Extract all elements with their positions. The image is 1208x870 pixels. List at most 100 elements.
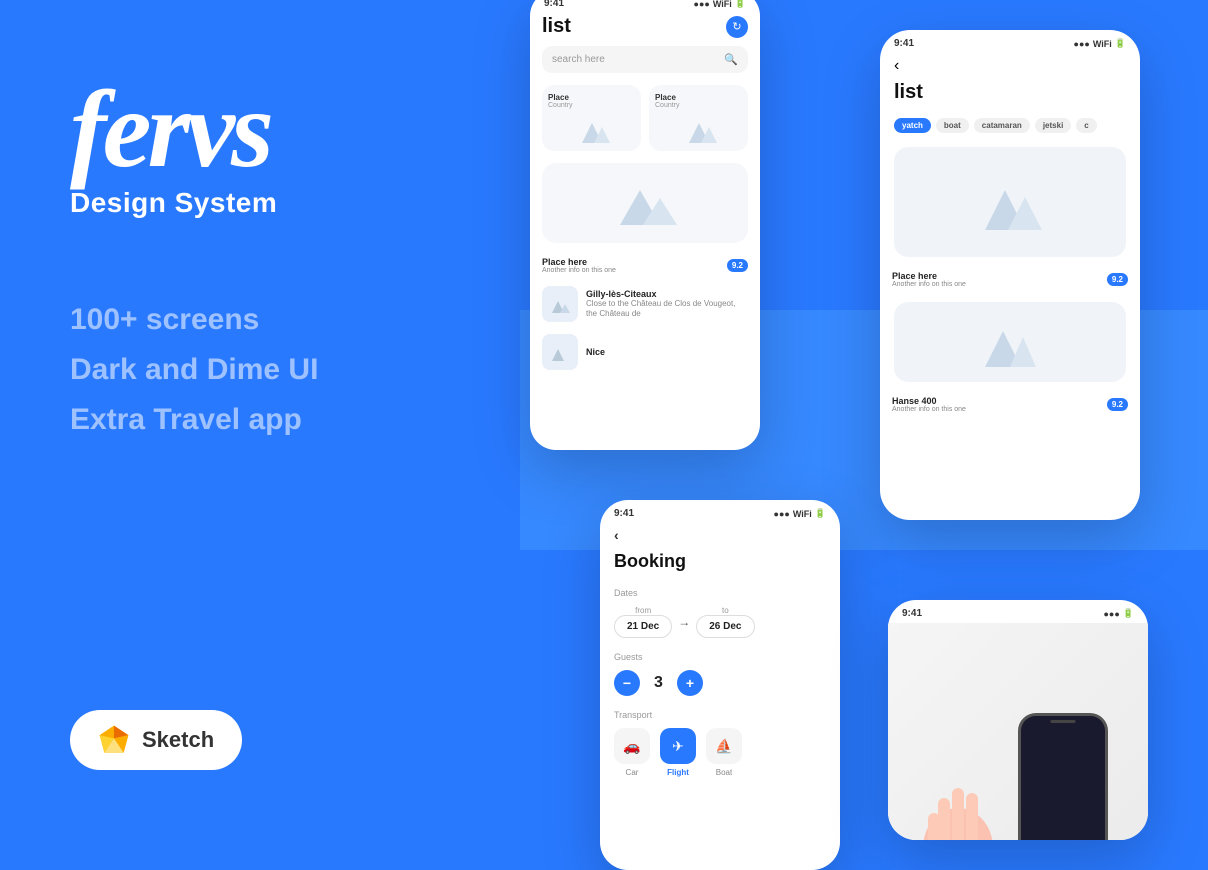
- transport-flight[interactable]: ✈ Flight: [660, 728, 696, 777]
- arrow-icon: →: [678, 615, 690, 629]
- place-row-3: Hanse 400 Another info on this one 9.2: [880, 390, 1140, 419]
- to-date[interactable]: 26 Dec: [696, 615, 754, 638]
- sketch-icon: [98, 724, 130, 756]
- place-row-2: Place here Another info on this one 9.2: [880, 265, 1140, 294]
- guest-counter: − 3 +: [600, 666, 840, 704]
- inner-phone-device: [1018, 713, 1108, 840]
- car-icon: 🚗: [614, 728, 650, 764]
- list-item-title-2: Nice: [586, 347, 748, 357]
- status-bar-2: 9:41 ●●●WiFi🔋: [880, 30, 1140, 53]
- chip-boat[interactable]: boat: [936, 118, 969, 133]
- card-row-1: Place Country Place Country: [530, 81, 760, 155]
- card-label-1: Place: [548, 93, 569, 102]
- time-2: 9:41: [894, 38, 914, 49]
- chip-jetski[interactable]: jetski: [1035, 118, 1071, 133]
- list-item-title-1: Gilly-lès-Citeaux: [586, 289, 748, 299]
- back-arrow-2[interactable]: ‹: [880, 53, 1140, 77]
- brand-subtitle: Design System: [70, 187, 460, 219]
- boat-icon: ⛵: [706, 728, 742, 764]
- sync-icon-1: ↻: [726, 16, 748, 38]
- logo-area: fervs Design System: [70, 80, 460, 219]
- dates-label: Dates: [600, 582, 840, 602]
- place-title-3: Hanse 400: [892, 396, 966, 406]
- search-icon-1: 🔍: [724, 53, 738, 66]
- list-title-1: list: [542, 15, 571, 38]
- list-item-subtitle-1: Close to the Château de Clos de Vougeot,…: [586, 299, 748, 320]
- place-title-2: Place here: [892, 271, 966, 281]
- filter-chips: yatch boat catamaran jetski c: [880, 112, 1140, 139]
- status-bar-1: 9:41 ●●●WiFi🔋: [530, 0, 760, 13]
- phone-mockup-device: 9:41 ●●●🔋: [888, 600, 1148, 840]
- status-bar-3: 9:41 ●●●WiFi🔋: [600, 500, 840, 523]
- to-label: to: [722, 606, 729, 615]
- chip-catamaran[interactable]: catamaran: [974, 118, 1030, 133]
- signal-icons-1: ●●●WiFi🔋: [694, 0, 746, 9]
- feature-item-2: Dark and Dime UI: [70, 349, 460, 391]
- list-item-2: Nice: [530, 328, 760, 376]
- time-4: 9:41: [902, 608, 922, 619]
- list-thumb-2: [542, 334, 578, 370]
- mountain-icon-lg-1: [554, 175, 736, 225]
- time-3: 9:41: [614, 508, 634, 519]
- small-card-1: Place Country: [542, 85, 641, 151]
- from-label: from: [635, 606, 651, 615]
- brand-logo: fervs: [70, 80, 460, 179]
- place-title-1: Place here: [542, 257, 616, 267]
- phone-mockup-filter: 9:41 ●●●WiFi🔋 ‹ list yatch boat catamara…: [880, 30, 1140, 520]
- time-1: 9:41: [544, 0, 564, 9]
- signal-icons-4: ●●●🔋: [1103, 608, 1134, 619]
- chip-more[interactable]: c: [1076, 118, 1096, 133]
- mountain-icon-sm-1: [548, 113, 635, 143]
- card-label-2: Place: [655, 93, 676, 102]
- device-body: [888, 623, 1148, 840]
- list-info-1: Gilly-lès-Citeaux Close to the Château d…: [586, 289, 748, 320]
- mountain-icon-sm-2: [655, 113, 742, 143]
- phone-mockup-booking: 9:41 ●●●WiFi🔋 ‹ Booking Dates from 21 De…: [600, 500, 840, 870]
- search-bar-1[interactable]: search here 🔍: [542, 46, 748, 73]
- date-selector: from 21 Dec → to 26 Dec: [600, 602, 840, 646]
- transport-boat[interactable]: ⛵ Boat: [706, 728, 742, 777]
- chip-yatch[interactable]: yatch: [894, 118, 931, 133]
- list-info-2: Nice: [586, 347, 748, 357]
- left-panel: fervs Design System 100+ screens Dark an…: [0, 0, 520, 840]
- small-card-2: Place Country: [649, 85, 748, 151]
- search-placeholder-1: search here: [552, 54, 605, 65]
- booking-title: Booking: [600, 547, 840, 582]
- place-subtitle-2: Another info on this one: [892, 281, 966, 288]
- card-sublabel-1: Country: [548, 102, 573, 109]
- place-row-1: Place here Another info on this one 9.2: [530, 251, 760, 280]
- sketch-label: Sketch: [142, 727, 214, 753]
- big-image-placeholder: [894, 147, 1126, 257]
- rating-badge-1: 9.2: [727, 259, 748, 272]
- from-date[interactable]: 21 Dec: [614, 615, 672, 638]
- signal-icons-2: ●●●WiFi🔋: [1074, 38, 1126, 49]
- phone-mockup-list: 9:41 ●●●WiFi🔋 list ↻ search here 🔍 Place…: [530, 0, 760, 450]
- transport-car[interactable]: 🚗 Car: [614, 728, 650, 777]
- rating-badge-2: 9.2: [1107, 273, 1128, 286]
- transport-selector: 🚗 Car ✈ Flight ⛵ Boat: [600, 724, 840, 781]
- guest-count: 3: [654, 674, 663, 692]
- status-bar-4: 9:41 ●●●🔋: [888, 600, 1148, 623]
- guests-label: Guests: [600, 646, 840, 666]
- back-arrow-3[interactable]: ‹: [600, 523, 840, 547]
- decrement-button[interactable]: −: [614, 670, 640, 696]
- increment-button[interactable]: +: [677, 670, 703, 696]
- list-thumb-1: [542, 286, 578, 322]
- transport-label: Transport: [600, 704, 840, 724]
- card-sublabel-2: Country: [655, 102, 680, 109]
- signal-icons-3: ●●●WiFi🔋: [774, 508, 826, 519]
- rating-badge-3: 9.2: [1107, 398, 1128, 411]
- boat-label: Boat: [716, 768, 732, 777]
- image-placeholder-2: [894, 302, 1126, 382]
- feature-item-3: Extra Travel app: [70, 399, 460, 441]
- place-subtitle-3: Another info on this one: [892, 406, 966, 413]
- flight-icon: ✈: [660, 728, 696, 764]
- feature-item-1: 100+ screens: [70, 299, 460, 341]
- features-list: 100+ screens Dark and Dime UI Extra Trav…: [70, 299, 460, 441]
- hand-illustration: [908, 758, 1008, 840]
- flight-label: Flight: [667, 768, 689, 777]
- list-title-2: list: [880, 77, 1140, 112]
- place-subtitle-1: Another info on this one: [542, 267, 616, 274]
- big-card-1: [542, 163, 748, 243]
- sketch-badge[interactable]: Sketch: [70, 710, 242, 770]
